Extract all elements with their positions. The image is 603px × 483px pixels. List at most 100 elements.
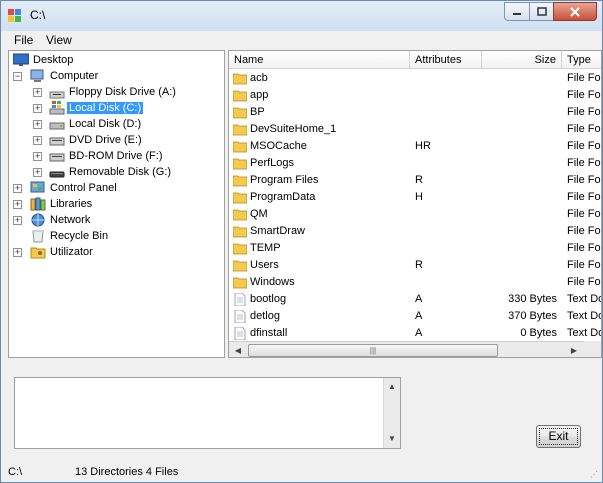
tree-expand-local-d[interactable]: + [33,120,42,129]
column-header-type[interactable]: Type [562,51,601,69]
table-row[interactable]: SmartDraw File Folder [229,223,601,240]
table-row[interactable]: acb File Folder [229,70,601,87]
cell-attributes: HR [415,140,431,152]
table-row[interactable]: BP File Folder [229,104,601,121]
tree-node-network[interactable]: Network [48,212,92,228]
close-button[interactable] [553,2,597,21]
cell-size [482,257,557,274]
cell-attributes: R [415,259,423,271]
textarea-vertical-scrollbar[interactable]: ▲ ▼ [383,378,400,448]
text-file-icon [233,309,247,324]
folder-icon [232,157,248,170]
tree-expand-libraries[interactable]: + [13,200,22,209]
tree-node-removable[interactable]: Removable Disk (G:) [67,164,173,180]
table-row[interactable]: dfinstall A 0 Bytes Text Document [229,325,601,342]
cell-type: File Folder [567,276,601,288]
tree-node-control-panel[interactable]: Control Panel [48,180,119,196]
minimize-button[interactable] [504,2,530,21]
scroll-up-arrow-icon[interactable]: ▲ [384,379,400,394]
tree-node-bdrom[interactable]: BD-ROM Drive (F:) [67,148,165,164]
table-row[interactable]: PerfLogs File Folder [229,155,601,172]
folder-icon [232,174,248,187]
cell-size [482,138,557,155]
scroll-left-arrow-icon[interactable]: ◀ [230,343,246,357]
cell-size [482,189,557,206]
table-row[interactable]: MSOCache HR File Folder [229,138,601,155]
tree-expand-bdrom[interactable]: + [33,152,42,161]
tree-node-recycle-bin[interactable]: Recycle Bin [48,228,110,244]
scroll-corner [584,341,601,357]
libraries-icon [30,197,46,211]
table-row[interactable]: Windows File Folder [229,274,601,291]
tree-collapse-computer[interactable]: − [13,72,22,81]
control-panel-icon [30,181,45,193]
column-header-name[interactable]: Name [229,51,410,69]
title-bar[interactable]: C:\ [1,1,602,31]
tree-expand-local-c[interactable]: + [33,104,42,113]
table-row[interactable]: app File Folder [229,87,601,104]
tree-expand-utilizator[interactable]: + [13,248,22,257]
cell-size [482,121,557,138]
table-row[interactable]: Users R File Folder [229,257,601,274]
table-row[interactable]: detlog A 370 Bytes Text Document [229,308,601,325]
scroll-down-arrow-icon[interactable]: ▼ [384,431,400,446]
cell-size [482,240,557,257]
folder-tree[interactable]: Desktop − Computer + Floppy Disk Drive (… [8,50,225,358]
folder-icon [232,89,248,102]
output-textarea[interactable]: ▲ ▼ [14,377,401,449]
tree-node-floppy[interactable]: Floppy Disk Drive (A:) [67,84,178,100]
column-header-size[interactable]: Size [482,51,562,69]
table-row[interactable]: TEMP File Folder [229,240,601,257]
resize-grip-icon[interactable]: ⋰ [590,470,600,480]
recycle-bin-icon [32,230,44,243]
cell-name: Program Files [250,174,319,186]
horizontal-scrollbar[interactable]: ◀ ||| ▶ [229,341,584,357]
tree-expand-control-panel[interactable]: + [13,184,22,193]
folder-icon [232,191,248,204]
tree-expand-removable[interactable]: + [33,168,42,177]
menu-view[interactable]: View [46,33,72,47]
scroll-thumb[interactable]: ||| [248,344,498,357]
tree-node-local-disk-d[interactable]: Local Disk (D:) [67,116,143,132]
scroll-right-arrow-icon[interactable]: ▶ [566,343,582,357]
column-header-attributes[interactable]: Attributes [410,51,482,69]
tree-node-computer[interactable]: Computer [48,68,100,84]
file-list[interactable]: Name Attributes Size Type acb File Folder… [228,50,602,358]
removable-disk-icon [49,171,65,178]
exit-button[interactable]: Exit [536,425,581,448]
cell-type: File Folder [567,106,601,118]
status-path: C:\ [8,466,23,478]
tree-expand-dvd[interactable]: + [33,136,42,145]
cell-attributes [415,104,482,121]
app-icon [8,9,21,22]
table-row[interactable]: Program Files R File Folder [229,172,601,189]
maximize-button[interactable] [529,2,554,21]
tree-expand-network[interactable]: + [13,216,22,225]
cell-name: acb [250,72,268,84]
cell-type: File Folder [567,72,601,84]
cell-type: File Folder [567,123,601,135]
folder-icon [232,140,248,153]
status-bar: C:\ 13 Directories 4 Files ⋰ [1,462,602,482]
table-row[interactable]: QM File Folder [229,206,601,223]
tree-node-libraries[interactable]: Libraries [48,196,94,212]
menu-file[interactable]: File [14,33,33,47]
table-row[interactable]: ProgramData H File Folder [229,189,601,206]
tree-node-dvd[interactable]: DVD Drive (E:) [67,132,144,148]
computer-icon [30,69,44,82]
cell-name: Windows [250,276,295,288]
cell-name: DevSuiteHome_1 [250,123,337,135]
cell-type: File Folder [567,225,601,237]
tree-node-desktop[interactable]: Desktop [31,52,75,68]
cell-size [482,70,557,87]
table-row[interactable]: bootlog A 330 Bytes Text Document [229,291,601,308]
cell-name: detlog [250,310,280,322]
cell-attributes [415,121,482,138]
tree-expand-floppy[interactable]: + [33,88,42,97]
tree-node-local-disk-c[interactable]: Local Disk (C:) [67,100,144,116]
tree-node-utilizator[interactable]: Utilizator [48,244,95,260]
cell-name: SmartDraw [250,225,306,237]
table-row[interactable]: DevSuiteHome_1 File Folder [229,121,601,138]
floppy-drive-icon [49,91,65,99]
cell-type: Text Document [567,327,601,339]
